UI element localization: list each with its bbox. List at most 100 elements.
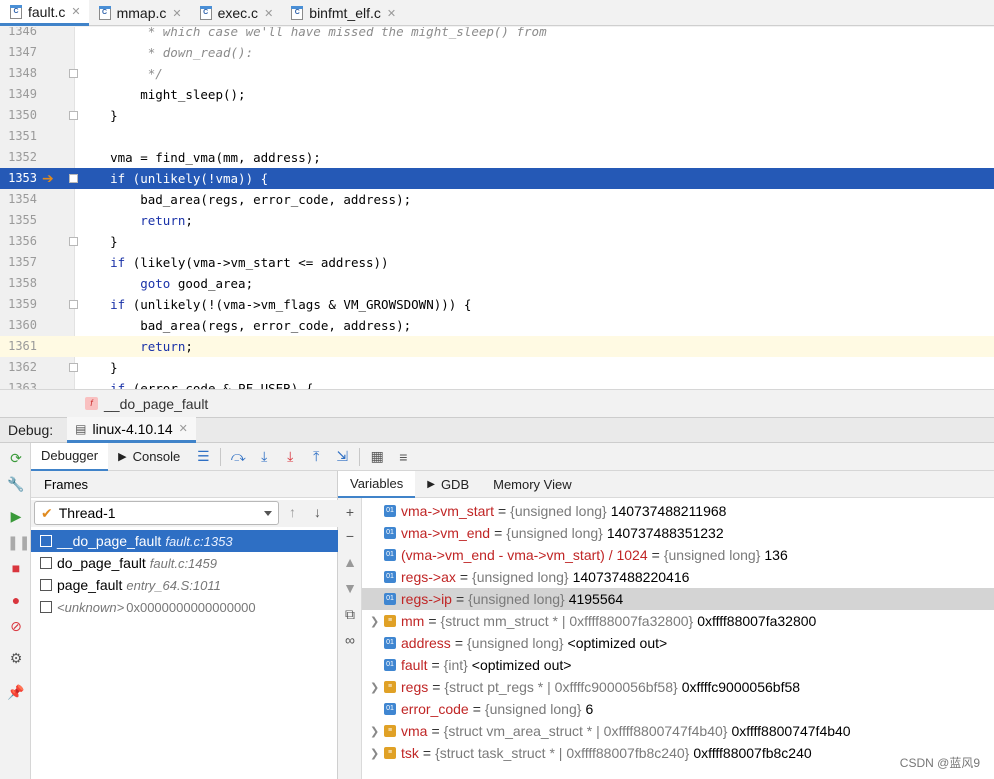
code-line[interactable]: 1346 * which case we'll have missed the … [0,27,994,42]
code-text[interactable]: * down_read(): [80,42,253,63]
remove-watch-icon[interactable]: − [343,528,357,544]
variable-row[interactable]: 01 fault = {int} <optimized out> [362,654,994,676]
move-down-icon[interactable]: ▼ [343,580,357,596]
line-number[interactable]: 1363 [0,378,37,389]
code-line[interactable]: 1352 vma = find_vma(mm, address); [0,147,994,168]
move-up-icon[interactable]: ▲ [343,554,357,570]
frame-row[interactable]: page_fault entry_64.S:1011 [31,574,338,596]
settings-icon[interactable]: ⚙ [7,649,25,667]
tab-memory-view[interactable]: Memory View [481,471,584,498]
line-number[interactable]: 1346 [0,27,37,42]
code-line[interactable]: 1355 return; [0,210,994,231]
line-number[interactable]: 1360 [0,315,37,336]
code-text[interactable]: } [80,357,118,378]
code-line[interactable]: 1354 bad_area(regs, error_code, address)… [0,189,994,210]
debug-session-tab[interactable]: ▤ linux-4.10.14 ✕ [67,417,196,443]
close-icon[interactable]: ✕ [172,7,181,20]
code-line[interactable]: 1362 } [0,357,994,378]
code-text[interactable]: goto good_area; [80,273,253,294]
variable-row[interactable]: ❯ ≡ regs = {struct pt_regs * | 0xffffc900005… [362,676,994,698]
chevron-right-icon[interactable]: ❯ [370,725,384,738]
more-icon[interactable]: ≡ [392,446,414,468]
frame-row[interactable]: __do_page_fault fault.c:1353 [31,530,338,552]
code-line[interactable]: 1351 [0,126,994,147]
resume-icon[interactable]: ▶ [7,507,25,525]
line-number[interactable]: 1355 [0,210,37,231]
code-text[interactable]: bad_area(regs, error_code, address); [80,315,411,336]
add-watch-icon[interactable]: + [343,504,357,520]
close-icon[interactable]: ✕ [264,7,273,20]
line-number[interactable]: 1356 [0,231,37,252]
variable-row[interactable]: 01 vma->vm_end = {unsigned long} 14073748835… [362,522,994,544]
code-line[interactable]: 1358 goto good_area; [0,273,994,294]
close-icon[interactable]: ✕ [387,7,396,20]
breadcrumb-function[interactable]: __do_page_fault [104,396,208,412]
code-text[interactable]: bad_area(regs, error_code, address); [80,189,411,210]
code-text[interactable]: if (likely(vma->vm_start <= address)) [80,252,388,273]
mute-breakpoints-icon[interactable]: ⊘ [7,617,25,635]
tab-console[interactable]: ▶ Console [108,443,190,471]
step-into-icon[interactable]: ⤓ [253,446,275,468]
line-number[interactable]: 1357 [0,252,37,273]
code-text[interactable]: vma = find_vma(mm, address); [80,147,321,168]
code-line[interactable]: 1348 */ [0,63,994,84]
line-number[interactable]: 1362 [0,357,37,378]
tab-debugger[interactable]: Debugger [31,442,109,471]
variable-row[interactable]: 01 address = {unsigned long} <optimized out> [362,632,994,654]
code-line[interactable]: 1356 } [0,231,994,252]
line-number[interactable]: 1347 [0,42,37,63]
code-text[interactable]: if (error_code & PF_USER) { [80,378,313,389]
pin-icon[interactable]: 📌 [7,683,25,701]
line-number[interactable]: 1359 [0,294,37,315]
code-line[interactable]: 1363 if (error_code & PF_USER) { [0,378,994,389]
code-text[interactable]: return; [80,210,193,231]
code-editor[interactable]: 1346 * which case we'll have missed the … [0,27,994,389]
tab-mmap-c[interactable]: C mmap.c ✕ [89,0,190,26]
chevron-right-icon[interactable]: ❯ [370,681,384,694]
view-breakpoints-icon[interactable]: ● [7,591,25,609]
copy-icon[interactable]: ⧉ [343,606,357,623]
force-step-into-icon[interactable]: ⤓ [279,446,301,468]
variable-row[interactable]: 01 regs->ip = {unsigned long} 4195564 [362,588,994,610]
variable-row[interactable]: 01 vma->vm_start = {unsigned long} 140737488… [362,500,994,522]
tab-fault-c[interactable]: C fault.c ✕ [0,0,89,26]
variable-row[interactable]: ❯ ≡ vma = {struct vm_area_struct * | 0xffff8… [362,720,994,742]
code-text[interactable]: * which case we'll have missed the might… [80,27,547,42]
close-icon[interactable]: ✕ [179,422,188,435]
code-line[interactable]: 1347 * down_read(): [0,42,994,63]
line-number[interactable]: 1354 [0,189,37,210]
fold-marker-icon[interactable] [69,363,78,372]
menu-icon[interactable]: ☰ [192,446,214,468]
frame-row[interactable]: do_page_fault fault.c:1459 [31,552,338,574]
code-line[interactable]: 1359 if (unlikely(!(vma->vm_flags & VM_G… [0,294,994,315]
line-number[interactable]: 1361 [0,336,37,357]
evaluate-expression-icon[interactable]: ▦ [366,446,388,468]
code-line[interactable]: 1361 return; [0,336,994,357]
fold-marker-icon[interactable] [69,300,78,309]
variable-row[interactable]: 01 regs->ax = {unsigned long} 14073748822041… [362,566,994,588]
line-number[interactable]: 1348 [0,63,37,84]
step-over-icon[interactable]: ⤼ [227,446,249,468]
wrench-icon[interactable]: 🔧 [7,475,25,493]
arrow-down-icon[interactable]: ↓ [314,504,321,520]
rerun-icon[interactable]: ⟳ [7,449,25,467]
fold-marker-icon[interactable] [69,111,78,120]
line-number[interactable]: 1358 [0,273,37,294]
code-text[interactable]: } [80,231,118,252]
tab-binfmt-elf-c[interactable]: C binfmt_elf.c ✕ [281,0,404,26]
code-line[interactable]: 1349 might_sleep(); [0,84,994,105]
glasses-icon[interactable]: ∞ [343,632,357,648]
frame-row[interactable]: <unknown> 0x0000000000000000 [31,596,338,618]
line-number[interactable]: 1351 [0,126,37,147]
line-number[interactable]: 1350 [0,105,37,126]
arrow-up-icon[interactable]: ↑ [289,504,296,520]
code-text[interactable]: */ [80,63,163,84]
variable-row[interactable]: ❯ ≡ mm = {struct mm_struct * | 0xffff88007fa… [362,610,994,632]
chevron-right-icon[interactable]: ❯ [370,615,384,628]
variable-row[interactable]: 01 (vma->vm_end - vma->vm_start) / 1024 ={… [362,544,994,566]
code-line[interactable]: 1360 bad_area(regs, error_code, address)… [0,315,994,336]
variable-row[interactable]: 01 error_code = {unsigned long} 6 [362,698,994,720]
tab-gdb[interactable]: ▶ GDB [415,471,481,498]
code-text[interactable]: if (unlikely(!(vma->vm_flags & VM_GROWSD… [80,294,471,315]
step-out-icon[interactable]: ⤒ [305,446,327,468]
